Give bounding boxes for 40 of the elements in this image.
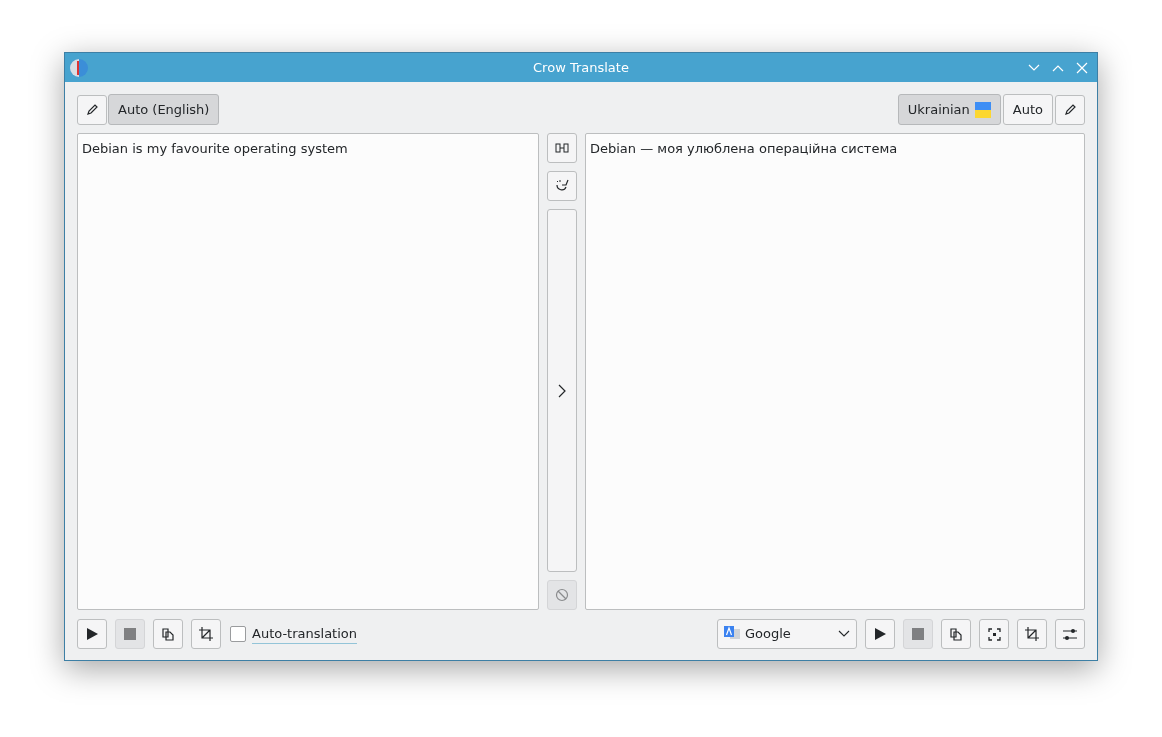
language-button[interactable]: Auto bbox=[1002, 94, 1053, 125]
close-icon[interactable] bbox=[1075, 60, 1089, 75]
crop-button[interactable] bbox=[1017, 619, 1047, 649]
stop-icon bbox=[912, 628, 924, 640]
auto-translation-label[interactable]: Auto-translation bbox=[252, 624, 357, 644]
checkbox[interactable] bbox=[230, 626, 246, 642]
crop-icon bbox=[199, 627, 213, 641]
translation-text-area[interactable]: Debian — моя улюблена операційна система bbox=[585, 133, 1085, 610]
crop-button[interactable] bbox=[191, 619, 221, 649]
pencil-icon bbox=[85, 103, 99, 116]
settings-button[interactable] bbox=[1055, 619, 1085, 649]
play-icon bbox=[873, 627, 887, 641]
copy-button[interactable] bbox=[941, 619, 971, 649]
copy-icon bbox=[950, 627, 962, 641]
play-button[interactable] bbox=[77, 619, 107, 649]
source-text-area[interactable]: Debian is my favourite operating system bbox=[77, 133, 539, 610]
chevron-down-icon bbox=[838, 630, 850, 638]
stop-icon bbox=[124, 628, 136, 640]
chevron-right-icon bbox=[558, 383, 566, 398]
swap-icon bbox=[555, 142, 569, 154]
engine-dropdown[interactable]: Google bbox=[717, 619, 857, 649]
edit-languages-button[interactable] bbox=[1055, 94, 1085, 125]
pencil-icon bbox=[1063, 103, 1077, 116]
clear-button[interactable] bbox=[547, 171, 577, 201]
app-logo-icon bbox=[69, 57, 89, 78]
window-title: Crow Translate bbox=[532, 58, 630, 77]
copy-button[interactable] bbox=[153, 619, 183, 649]
copy-icon bbox=[162, 627, 174, 641]
translate-icon bbox=[724, 626, 741, 642]
language-button[interactable]: Ukrainian bbox=[897, 94, 1001, 125]
capture-button[interactable] bbox=[979, 619, 1009, 649]
sliders-icon bbox=[1062, 627, 1078, 641]
cancel-icon bbox=[555, 588, 569, 602]
language-button[interactable]: Auto (English) bbox=[108, 94, 220, 125]
capture-icon bbox=[987, 627, 1001, 641]
play-icon bbox=[85, 627, 99, 641]
play-button[interactable] bbox=[865, 619, 895, 649]
crop-icon bbox=[1025, 627, 1039, 641]
edit-languages-button[interactable] bbox=[77, 94, 107, 125]
swap-button[interactable] bbox=[547, 133, 577, 163]
